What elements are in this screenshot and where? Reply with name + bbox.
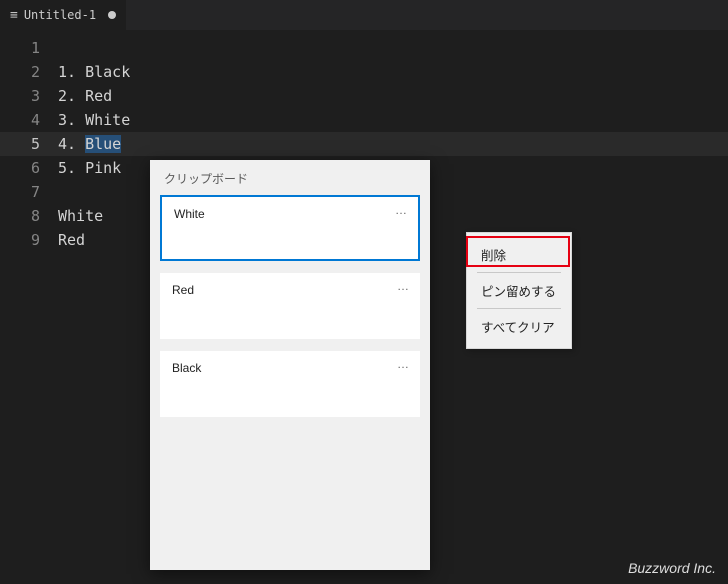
line-number-gutter: 1234 5 6789 — [0, 36, 58, 252]
file-icon: ≡ — [10, 8, 18, 23]
clipboard-item[interactable]: Black … — [160, 351, 420, 417]
more-icon[interactable]: … — [397, 357, 410, 371]
context-menu: 削除 ピン留めする すべてクリア — [466, 232, 572, 349]
code-line — [58, 36, 728, 60]
dirty-indicator-icon — [108, 11, 116, 19]
clipboard-item-text: Black — [172, 361, 201, 375]
tab-title: Untitled-1 — [24, 8, 96, 22]
code-line: 1. Black — [58, 60, 728, 84]
clipboard-item-text: White — [174, 207, 205, 221]
tab-bar: ≡ Untitled-1 — [0, 0, 728, 30]
menu-item-clear-all[interactable]: すべてクリア — [467, 309, 571, 344]
code-line: 2. Red — [58, 84, 728, 108]
more-icon[interactable]: … — [397, 279, 410, 293]
clipboard-title: クリップボード — [150, 160, 430, 195]
menu-item-delete[interactable]: 削除 — [467, 237, 571, 272]
clipboard-panel: クリップボード White … Red … Black … — [150, 160, 430, 570]
watermark: Buzzword Inc. — [628, 560, 716, 576]
code-line: 3. White — [58, 108, 728, 132]
clipboard-item[interactable]: Red … — [160, 273, 420, 339]
text-selection: Blue — [85, 135, 121, 153]
clipboard-item-text: Red — [172, 283, 194, 297]
code-line: 4. Blue — [58, 132, 728, 156]
clipboard-item[interactable]: White … — [160, 195, 420, 261]
tab-untitled[interactable]: ≡ Untitled-1 — [0, 0, 126, 30]
more-icon[interactable]: … — [395, 203, 408, 217]
menu-item-pin[interactable]: ピン留めする — [467, 273, 571, 308]
